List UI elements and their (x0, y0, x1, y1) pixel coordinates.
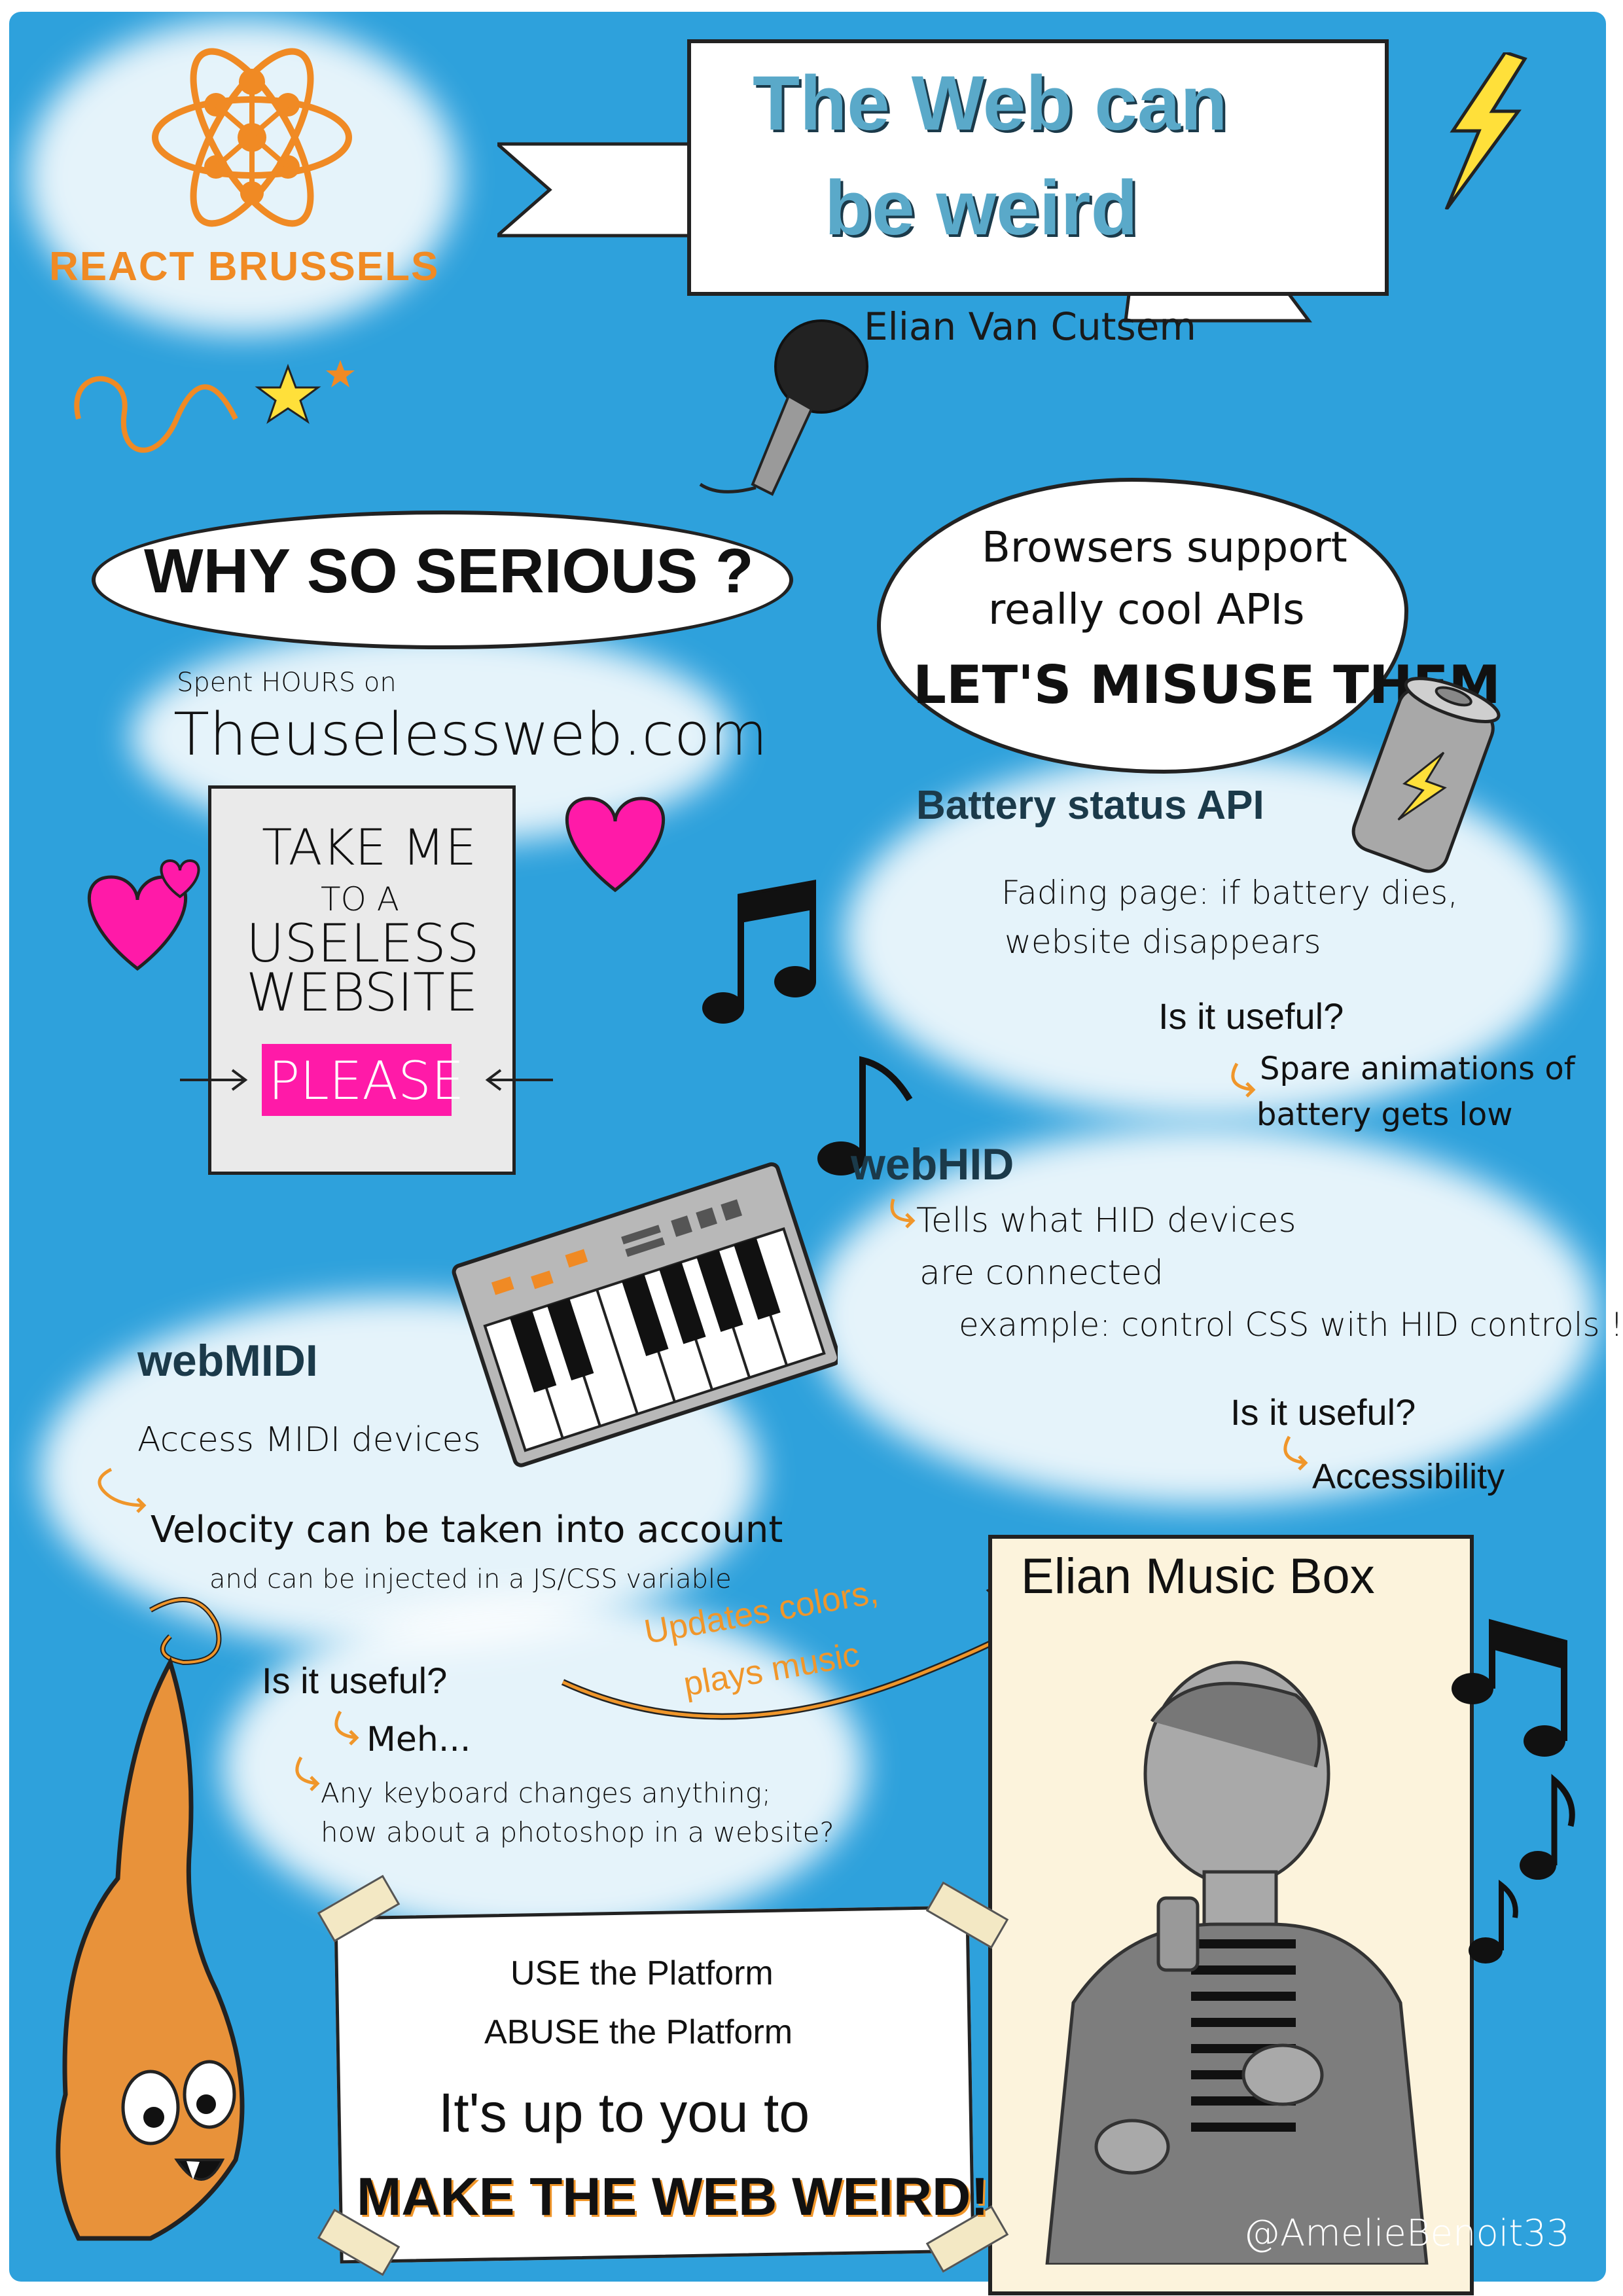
react-brussels-logo-text: REACT BRUSSELS (49, 244, 440, 289)
webmidi-question: Is it useful? (262, 1660, 448, 1701)
webmidi-title: webMIDI (137, 1336, 318, 1386)
conclusion-line-4: MAKE THE WEB WEIRD! (357, 2167, 989, 2227)
music-box-title: Elian Music Box (1021, 1549, 1375, 1604)
webmidi-arrow-icon (98, 1467, 147, 1513)
browsers-line-1: Browsers support (982, 524, 1347, 572)
battery-answer-2: battery gets low (1257, 1096, 1513, 1133)
swirl-and-stars-icon (74, 360, 355, 453)
heart-right-icon (565, 797, 666, 893)
webmidi-desc: Access MIDI devices (137, 1420, 481, 1460)
pointing-arrows-icon (180, 1069, 553, 1091)
browsers-line-2: really cool APIs (988, 586, 1305, 634)
microphone-icon (699, 319, 868, 496)
battery-icon (1351, 677, 1501, 873)
webhid-arrow-icon (890, 1198, 916, 1229)
webhid-question: Is it useful? (1230, 1391, 1416, 1433)
battery-api-title: Battery status API (916, 783, 1264, 828)
singer-portrait-icon (1045, 1660, 1429, 2265)
webhid-answer: Accessibility (1312, 1457, 1505, 1496)
battery-question: Is it useful? (1158, 996, 1344, 1037)
title-line-1: The Web can (753, 60, 1228, 147)
music-note-icon (702, 880, 816, 1024)
webmidi-velocity: Velocity can be taken into account (151, 1509, 783, 1551)
webhid-desc-3: example: control CSS with HID controls ! (959, 1306, 1623, 1344)
battery-desc-1: Fading page: if battery dies, (1001, 874, 1459, 912)
webhid-answer-arrow-icon (1283, 1435, 1308, 1471)
heart-small-icon (160, 859, 200, 899)
conclusion-line-3: It's up to you to (438, 2082, 810, 2144)
card-line-1: TAKE ME (262, 818, 477, 876)
atom-logo-icon (152, 48, 352, 227)
battery-answer-arrow-icon (1231, 1062, 1256, 1098)
orange-monster-icon (56, 1597, 245, 2241)
webhid-title: webHID (851, 1139, 1014, 1189)
conclusion-line-2: ABUSE the Platform (484, 2013, 793, 2051)
artist-credit: @AmelieBenoit33 (1243, 2212, 1570, 2255)
webmidi-answer-2: Any keyboard changes anything; (321, 1777, 771, 1809)
webhid-desc-2: are connected (919, 1253, 1164, 1293)
card-line-4: WEBSITE (246, 962, 478, 1023)
webmidi-answer-arrow-icon (334, 1710, 359, 1746)
webmidi-answer-3: how about a photoshop in a website? (321, 1816, 834, 1848)
conclusion-line-1: USE the Platform (510, 1954, 774, 1992)
battery-desc-2: website disappears (1005, 923, 1321, 961)
speaker-name: Elian Van Cutsem (864, 304, 1196, 349)
webhid-desc-1: Tells what HID devices (916, 1201, 1296, 1240)
spent-hours-text: Spent HOURS on (177, 668, 397, 698)
music-notes-right-icon (1452, 1619, 1575, 1964)
title-line-2: be weird (825, 165, 1138, 251)
useless-web-site-text: Theuselessweb.com (173, 700, 768, 769)
battery-answer-1: Spare animations of (1260, 1050, 1575, 1087)
curved-arrow-icon (561, 1575, 1034, 1720)
midi-keyboard-icon (452, 1162, 838, 1467)
lightning-icon (1444, 52, 1527, 209)
webmidi-answer-1: Meh... (366, 1720, 471, 1759)
why-so-serious-headline: WHY SO SERIOUS ? (144, 536, 754, 606)
